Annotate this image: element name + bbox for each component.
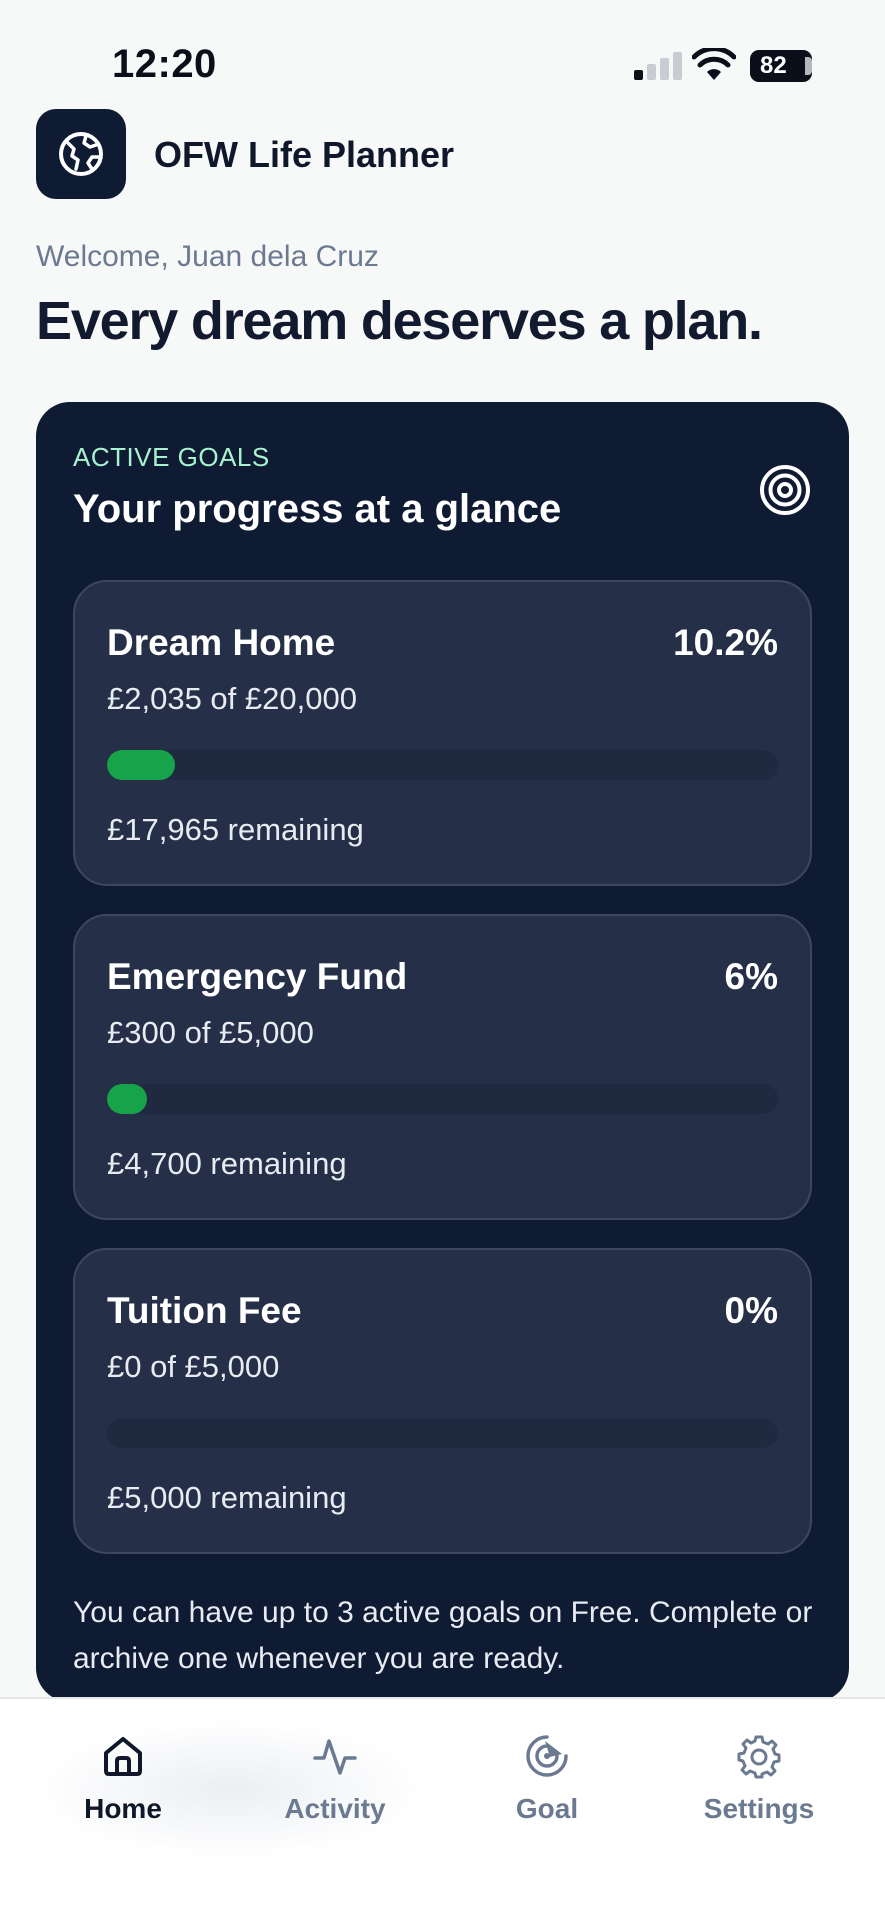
goal-card-dream-home[interactable]: Dream Home 10.2% £2,035 of £20,000 £17,9… xyxy=(73,580,812,886)
goal-name: Tuition Fee xyxy=(107,1290,302,1331)
goal-percent: 10.2% xyxy=(673,622,778,663)
nav-label-home: Home xyxy=(84,1793,162,1824)
status-time: 12:20 xyxy=(112,42,217,86)
bottom-nav: Home Activity Goal Settings xyxy=(0,1697,885,1920)
nav-label-settings: Settings xyxy=(703,1793,815,1824)
nav-item-settings[interactable]: Settings xyxy=(653,1733,865,1825)
goal-name: Dream Home xyxy=(107,622,336,663)
active-goals-card: ACTIVE GOALS Your progress at a glance D… xyxy=(36,402,849,1702)
nav-item-goal[interactable]: Goal xyxy=(441,1733,653,1825)
goal-amount: £2,035 of £20,000 xyxy=(107,681,357,716)
section-title: Your progress at a glance xyxy=(73,487,562,531)
battery-indicator: 82 xyxy=(750,50,812,82)
goal-progress-fill xyxy=(107,1084,148,1114)
globe-icon xyxy=(59,132,103,176)
goal-remaining: £17,965 remaining xyxy=(107,812,364,847)
status-bar: 12:20 82 xyxy=(0,0,885,110)
goal-card-emergency-fund[interactable]: Emergency Fund 6% £300 of £5,000 £4,700 … xyxy=(73,914,812,1220)
goal-amount: £0 of £5,000 xyxy=(107,1349,280,1384)
welcome-text: Welcome, Juan dela Cruz xyxy=(36,240,379,273)
goal-amount: £300 of £5,000 xyxy=(107,1015,314,1050)
nav-label-goal: Goal xyxy=(515,1793,579,1824)
wifi-icon xyxy=(692,48,736,80)
app-title: OFW Life Planner xyxy=(154,134,455,175)
goal-progress-track xyxy=(107,750,778,780)
activity-icon xyxy=(313,1739,357,1775)
goal-progress-track xyxy=(107,1418,778,1448)
goal-remaining: £4,700 remaining xyxy=(107,1146,347,1181)
home-icon xyxy=(104,1737,142,1776)
nav-item-home[interactable]: Home xyxy=(17,1733,229,1825)
target-icon xyxy=(760,465,810,515)
goal-icon xyxy=(526,1735,568,1777)
page-title: Every dream deserves a plan. xyxy=(36,291,763,351)
battery-tip xyxy=(805,57,812,75)
nav-item-activity[interactable]: Activity xyxy=(229,1733,441,1825)
nav-label-activity: Activity xyxy=(284,1793,386,1824)
goal-progress-track xyxy=(107,1084,778,1114)
goal-percent: 6% xyxy=(724,956,778,997)
goal-remaining: £5,000 remaining xyxy=(107,1480,347,1515)
goal-name: Emergency Fund xyxy=(107,956,408,997)
section-eyebrow: ACTIVE GOALS xyxy=(73,442,270,472)
goal-percent: 0% xyxy=(724,1290,778,1331)
settings-icon xyxy=(737,1735,781,1779)
goals-limit-note: You can have up to 3 active goals on Fre… xyxy=(73,1596,813,1675)
goal-progress-fill xyxy=(107,750,176,780)
app-logo xyxy=(36,109,126,199)
goal-card-tuition-fee[interactable]: Tuition Fee 0% £0 of £5,000 £5,000 remai… xyxy=(73,1248,812,1554)
signal-icon xyxy=(634,52,682,80)
